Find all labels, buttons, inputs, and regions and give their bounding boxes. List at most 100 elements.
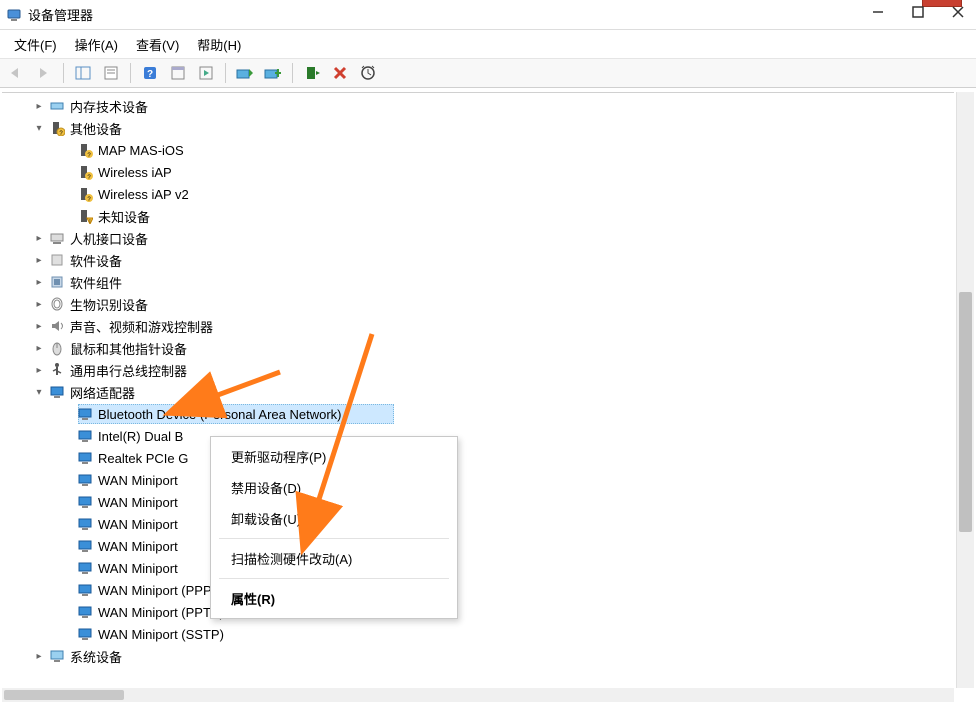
usb-icon [48, 361, 66, 379]
vertical-scrollbar[interactable] [956, 92, 974, 688]
unknown-device-warning-icon: ! [76, 207, 94, 225]
context-update-driver[interactable]: 更新驱动程序(P) [213, 441, 455, 472]
maximize-button[interactable] [904, 2, 932, 22]
network-device-icon [76, 537, 94, 555]
horizontal-scrollbar[interactable] [2, 688, 954, 702]
network-device-icon [76, 625, 94, 643]
tree-item-map-mas-ios[interactable]: ? MAP MAS-iOS [2, 139, 954, 161]
forward-button[interactable] [32, 61, 56, 85]
chevron-right-icon[interactable]: ▸ [32, 99, 46, 113]
tree-item-wan-pppoe[interactable]: WAN Miniport (PPPOE) [2, 579, 954, 601]
tree-item-wan-3[interactable]: WAN Miniport [2, 513, 954, 535]
tree-item-software-devices[interactable]: ▸ 软件设备 [2, 249, 954, 271]
unknown-device-icon: ? [76, 163, 94, 181]
system-device-icon [48, 647, 66, 665]
tree-item-network-adapters[interactable]: ▾ 网络适配器 [2, 381, 954, 403]
tree-item-bluetooth-pan[interactable]: Bluetooth Device (Personal Area Network) [2, 403, 954, 425]
tree-item-realtek-pcie[interactable]: Realtek PCIe G [2, 447, 954, 469]
tree-item-unknown-device[interactable]: ! 未知设备 [2, 205, 954, 227]
biometric-icon [48, 295, 66, 313]
tree-item-memory-tech[interactable]: ▸ 内存技术设备 [2, 95, 954, 117]
scrollbar-thumb[interactable] [4, 690, 124, 700]
chevron-right-icon[interactable]: ▸ [32, 297, 46, 311]
chevron-right-icon[interactable]: ▸ [32, 231, 46, 245]
context-scan-hardware[interactable]: 扫描检测硬件改动(A) [213, 543, 455, 574]
back-button[interactable] [4, 61, 28, 85]
network-device-icon [76, 603, 94, 621]
unknown-category-icon: ? [48, 119, 66, 137]
tree-item-other-devices[interactable]: ▾ ? 其他设备 [2, 117, 954, 139]
context-properties[interactable]: 属性(R) [213, 583, 455, 614]
menu-action[interactable]: 操作(A) [67, 32, 126, 57]
close-button[interactable] [944, 2, 972, 22]
show-hide-tree-button[interactable] [71, 61, 95, 85]
chevron-right-icon[interactable]: ▸ [32, 649, 46, 663]
unknown-device-icon: ? [76, 141, 94, 159]
properties-button[interactable] [99, 61, 123, 85]
menubar: 文件(F) 操作(A) 查看(V) 帮助(H) [0, 30, 976, 58]
chevron-right-icon[interactable]: ▸ [32, 341, 46, 355]
context-menu: 更新驱动程序(P) 禁用设备(D) 卸载设备(U) 扫描检测硬件改动(A) 属性… [210, 436, 458, 619]
tree-item-software-components[interactable]: ▸ 软件组件 [2, 271, 954, 293]
titlebar: 设备管理器 [0, 0, 976, 30]
window-title: 设备管理器 [28, 5, 93, 24]
view-button[interactable] [166, 61, 190, 85]
action-button[interactable] [194, 61, 218, 85]
tree-item-usb[interactable]: ▸ 通用串行总线控制器 [2, 359, 954, 381]
tree-item-wan-pptp[interactable]: WAN Miniport (PPTP) [2, 601, 954, 623]
help-button[interactable]: ? [138, 61, 162, 85]
memory-icon [48, 97, 66, 115]
tree-item-wan-5[interactable]: WAN Miniport [2, 557, 954, 579]
tree-item-sound[interactable]: ▸ 声音、视频和游戏控制器 [2, 315, 954, 337]
sound-icon [48, 317, 66, 335]
chevron-right-icon[interactable]: ▸ [32, 319, 46, 333]
context-disable-device[interactable]: 禁用设备(D) [213, 472, 455, 503]
hid-icon [48, 229, 66, 247]
software-device-icon [48, 251, 66, 269]
app-icon [6, 7, 22, 23]
network-device-icon [76, 449, 94, 467]
chevron-down-icon[interactable]: ▾ [32, 385, 46, 399]
unknown-device-icon: ? [76, 185, 94, 203]
chevron-right-icon[interactable]: ▸ [32, 275, 46, 289]
svg-text:!: ! [89, 219, 90, 224]
mouse-icon [48, 339, 66, 357]
device-tree: ▸ 内存技术设备 ▾ ? 其他设备 ? MAP MAS-iOS ? Wirele… [2, 92, 954, 688]
tree-item-wan-sstp[interactable]: WAN Miniport (SSTP) [2, 623, 954, 645]
update-driver-button[interactable] [233, 61, 257, 85]
network-device-icon [76, 471, 94, 489]
chevron-right-icon[interactable]: ▸ [32, 253, 46, 267]
disable-button[interactable] [261, 61, 285, 85]
tree-item-wireless-iap-v2[interactable]: ? Wireless iAP v2 [2, 183, 954, 205]
network-device-icon [76, 559, 94, 577]
tree-item-intel-dual[interactable]: Intel(R) Dual B [2, 425, 954, 447]
tree-item-mouse[interactable]: ▸ 鼠标和其他指针设备 [2, 337, 954, 359]
tree-item-biometric[interactable]: ▸ 生物识别设备 [2, 293, 954, 315]
tree-item-wan-1[interactable]: WAN Miniport [2, 469, 954, 491]
minimize-button[interactable] [864, 2, 892, 22]
network-device-icon [76, 515, 94, 533]
network-device-icon [76, 581, 94, 599]
tree-item-hid[interactable]: ▸ 人机接口设备 [2, 227, 954, 249]
menu-separator [219, 578, 449, 579]
tree-item-wan-4[interactable]: WAN Miniport [2, 535, 954, 557]
scrollbar-thumb[interactable] [959, 292, 972, 532]
menu-view[interactable]: 查看(V) [128, 32, 187, 57]
uninstall-button[interactable] [328, 61, 352, 85]
install-legacy-button[interactable] [300, 61, 324, 85]
context-uninstall-device[interactable]: 卸载设备(U) [213, 503, 455, 534]
chevron-right-icon[interactable]: ▸ [32, 363, 46, 377]
toolbar: ? [0, 58, 976, 88]
menu-help[interactable]: 帮助(H) [189, 32, 249, 57]
tree-item-wireless-iap[interactable]: ? Wireless iAP [2, 161, 954, 183]
network-device-icon [76, 493, 94, 511]
menu-separator [219, 538, 449, 539]
svg-text:?: ? [147, 69, 153, 80]
chevron-down-icon[interactable]: ▾ [32, 121, 46, 135]
scan-hardware-button[interactable] [356, 61, 380, 85]
tree-item-system-devices[interactable]: ▸ 系统设备 [2, 645, 954, 667]
menu-file[interactable]: 文件(F) [6, 32, 65, 57]
network-adapter-icon [48, 383, 66, 401]
tree-item-wan-2[interactable]: WAN Miniport [2, 491, 954, 513]
network-device-icon [76, 405, 94, 423]
